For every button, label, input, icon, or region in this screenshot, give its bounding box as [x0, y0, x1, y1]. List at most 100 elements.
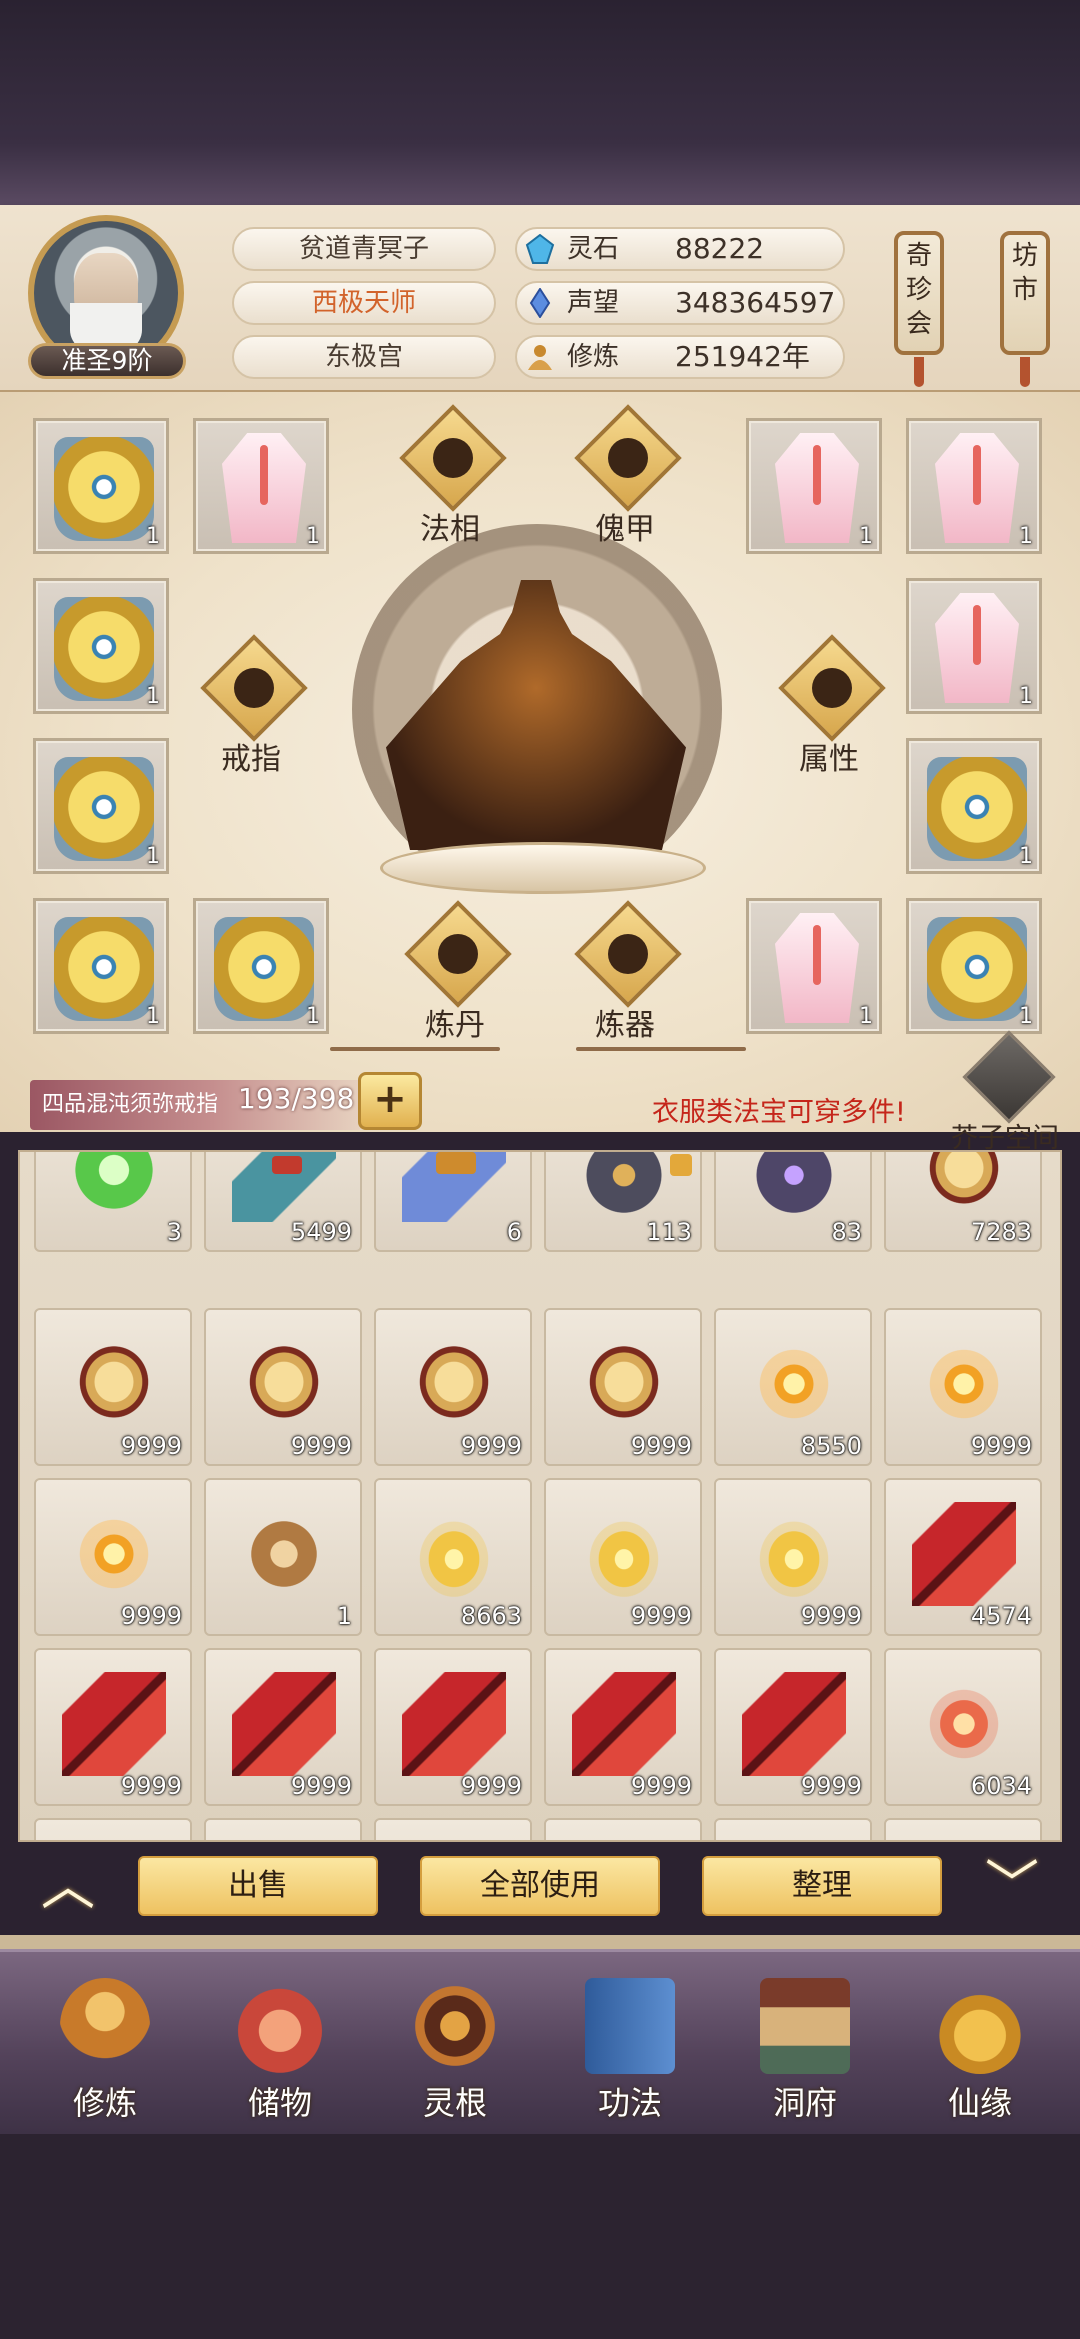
inventory-cell[interactable]: 9999	[544, 1478, 702, 1636]
item-qty: 113	[646, 1218, 692, 1246]
equip-slot[interactable]: 1	[906, 738, 1042, 874]
stat-value: 88222	[675, 232, 765, 265]
gold-armor-icon	[54, 437, 154, 541]
button-label: 戒指	[221, 742, 281, 777]
stat-value: 251942年	[675, 340, 810, 373]
item-qty: 9999	[290, 1772, 352, 1800]
inventory-cell[interactable]	[544, 1818, 702, 1840]
use-all-button[interactable]: 全部使用	[420, 1856, 660, 1916]
inventory-cell[interactable]: 6	[374, 1152, 532, 1252]
treasure-auction-button[interactable]: 奇珍会	[894, 231, 944, 387]
mustard-space-button[interactable]: 芥子空间	[950, 1030, 1060, 1154]
rank-badge: 准圣9阶	[28, 343, 186, 379]
inventory-cell[interactable]: 8550	[714, 1308, 872, 1466]
equip-slot[interactable]: 1	[33, 578, 169, 714]
ring-icon	[234, 668, 274, 708]
item-qty: 1	[336, 1602, 352, 1630]
item-qty: 9999	[630, 1772, 692, 1800]
nav-cultivate[interactable]: 修炼	[30, 1960, 180, 2130]
inventory-cell[interactable]: 6034	[884, 1648, 1042, 1806]
inventory-cell[interactable]: 8663	[374, 1478, 532, 1636]
anvil-icon	[608, 934, 648, 974]
equip-slot[interactable]: 1	[193, 898, 329, 1034]
inventory-cell[interactable]: 4574	[884, 1478, 1042, 1636]
scroll-down-icon[interactable]: ﹀	[972, 1856, 1052, 1916]
puppet-icon	[608, 438, 648, 478]
market-button[interactable]: 坊市	[1000, 231, 1050, 387]
bottom-nav: 修炼 储物 灵根 功法 洞府 仙缘	[0, 1949, 1080, 2137]
inventory-cell[interactable]: 9999	[374, 1308, 532, 1466]
slot-qty: 1	[859, 524, 873, 549]
expand-storage-button[interactable]: +	[358, 1072, 422, 1130]
item-qty: 9999	[630, 1432, 692, 1460]
inventory-cell[interactable]	[884, 1818, 1042, 1840]
slot-qty: 1	[146, 844, 160, 869]
nav-immortal-fate[interactable]: 仙缘	[905, 1960, 1055, 2130]
panel-bottom-border	[0, 1935, 1080, 1949]
inventory-cell[interactable]: 9999	[34, 1308, 192, 1466]
stat-label: 灵石	[567, 234, 620, 264]
equip-slot[interactable]: 1	[33, 418, 169, 554]
flame-wisp-icon	[912, 1672, 1016, 1776]
equipment-panel: 1 1 1 1 1 1 1 1 1 1 1 1 法相 傀甲 戒指 属性 炼丹 炼…	[0, 392, 1080, 1132]
inventory-cell[interactable]: 9999	[204, 1308, 362, 1466]
inventory-cell[interactable]	[714, 1818, 872, 1840]
sell-button[interactable]: 出售	[138, 1856, 378, 1916]
inventory-cell[interactable]: 7283	[884, 1152, 1042, 1252]
scroll-up-icon[interactable]: ︿	[28, 1856, 108, 1916]
nav-label: 仙缘	[947, 2084, 1012, 2122]
inventory-grid[interactable]: 3 5499 6 113 83 7283 9999 9999 9999 9999…	[18, 1150, 1062, 1842]
gold-armor-icon	[927, 917, 1027, 1021]
pink-robe-icon	[935, 593, 1019, 703]
golden-cloud-icon	[402, 1502, 506, 1606]
inventory-cell[interactable]: 9999	[34, 1648, 192, 1806]
equip-slot[interactable]: 1	[33, 898, 169, 1034]
nav-spirit-root[interactable]: 灵根	[380, 1960, 530, 2130]
item-qty: 9999	[120, 1602, 182, 1630]
inventory-cell[interactable]: 5499	[204, 1152, 362, 1252]
cultivation-icon	[528, 345, 552, 370]
equip-slot[interactable]: 1	[746, 418, 882, 554]
gold-sand-icon	[62, 1332, 166, 1436]
nav-cave[interactable]: 洞府	[730, 1960, 880, 2130]
equip-slot[interactable]: 1	[906, 898, 1042, 1034]
nav-storage[interactable]: 储物	[205, 1960, 355, 2130]
item-qty: 9999	[460, 1432, 522, 1460]
ring-button[interactable]: 戒指	[196, 634, 308, 790]
sort-button[interactable]: 整理	[702, 1856, 942, 1916]
forge-button[interactable]: 炼器	[570, 900, 682, 1056]
attribute-button[interactable]: 属性	[774, 634, 886, 790]
equip-slot[interactable]: 1	[906, 578, 1042, 714]
inventory-cell[interactable]	[204, 1818, 362, 1840]
inventory-cell[interactable]: 83	[714, 1152, 872, 1252]
inventory-cell[interactable]	[34, 1818, 192, 1840]
lock-icon	[670, 1154, 692, 1176]
equip-slot[interactable]: 1	[33, 738, 169, 874]
nav-technique[interactable]: 功法	[555, 1960, 705, 2130]
slot-qty: 1	[1019, 524, 1033, 549]
button-label: 炼丹	[425, 1008, 485, 1043]
equip-slot[interactable]: 1	[193, 418, 329, 554]
inventory-cell[interactable]: 9999	[714, 1478, 872, 1636]
equip-slot[interactable]: 1	[906, 418, 1042, 554]
item-qty: 7283	[970, 1218, 1032, 1246]
inventory-cell[interactable]: 9999	[714, 1648, 872, 1806]
equip-slot[interactable]: 1	[746, 898, 882, 1034]
inventory-cell[interactable]: 3	[34, 1152, 192, 1252]
inventory-cell[interactable]: 9999	[204, 1648, 362, 1806]
inventory-cell[interactable]: 9999	[544, 1308, 702, 1466]
inventory-cell[interactable]: 9999	[544, 1648, 702, 1806]
inventory-cell[interactable]: 9999	[374, 1648, 532, 1806]
puppet-armor-button[interactable]: 傀甲	[570, 404, 682, 560]
player-title[interactable]: 西极天师	[232, 281, 496, 325]
inventory-cell[interactable]: 9999	[34, 1478, 192, 1636]
alchemy-button[interactable]: 炼丹	[400, 900, 512, 1056]
inventory-cell[interactable]: 113	[544, 1152, 702, 1252]
inventory-cell[interactable]: 9999	[884, 1308, 1042, 1466]
button-label: 炼器	[595, 1008, 655, 1043]
inventory-cell[interactable]: 1	[204, 1478, 362, 1636]
player-name: 贫道青冥子	[232, 227, 496, 271]
inventory-cell[interactable]	[374, 1818, 532, 1840]
dharma-form-button[interactable]: 法相	[395, 404, 507, 560]
herb-icon	[62, 1152, 166, 1222]
